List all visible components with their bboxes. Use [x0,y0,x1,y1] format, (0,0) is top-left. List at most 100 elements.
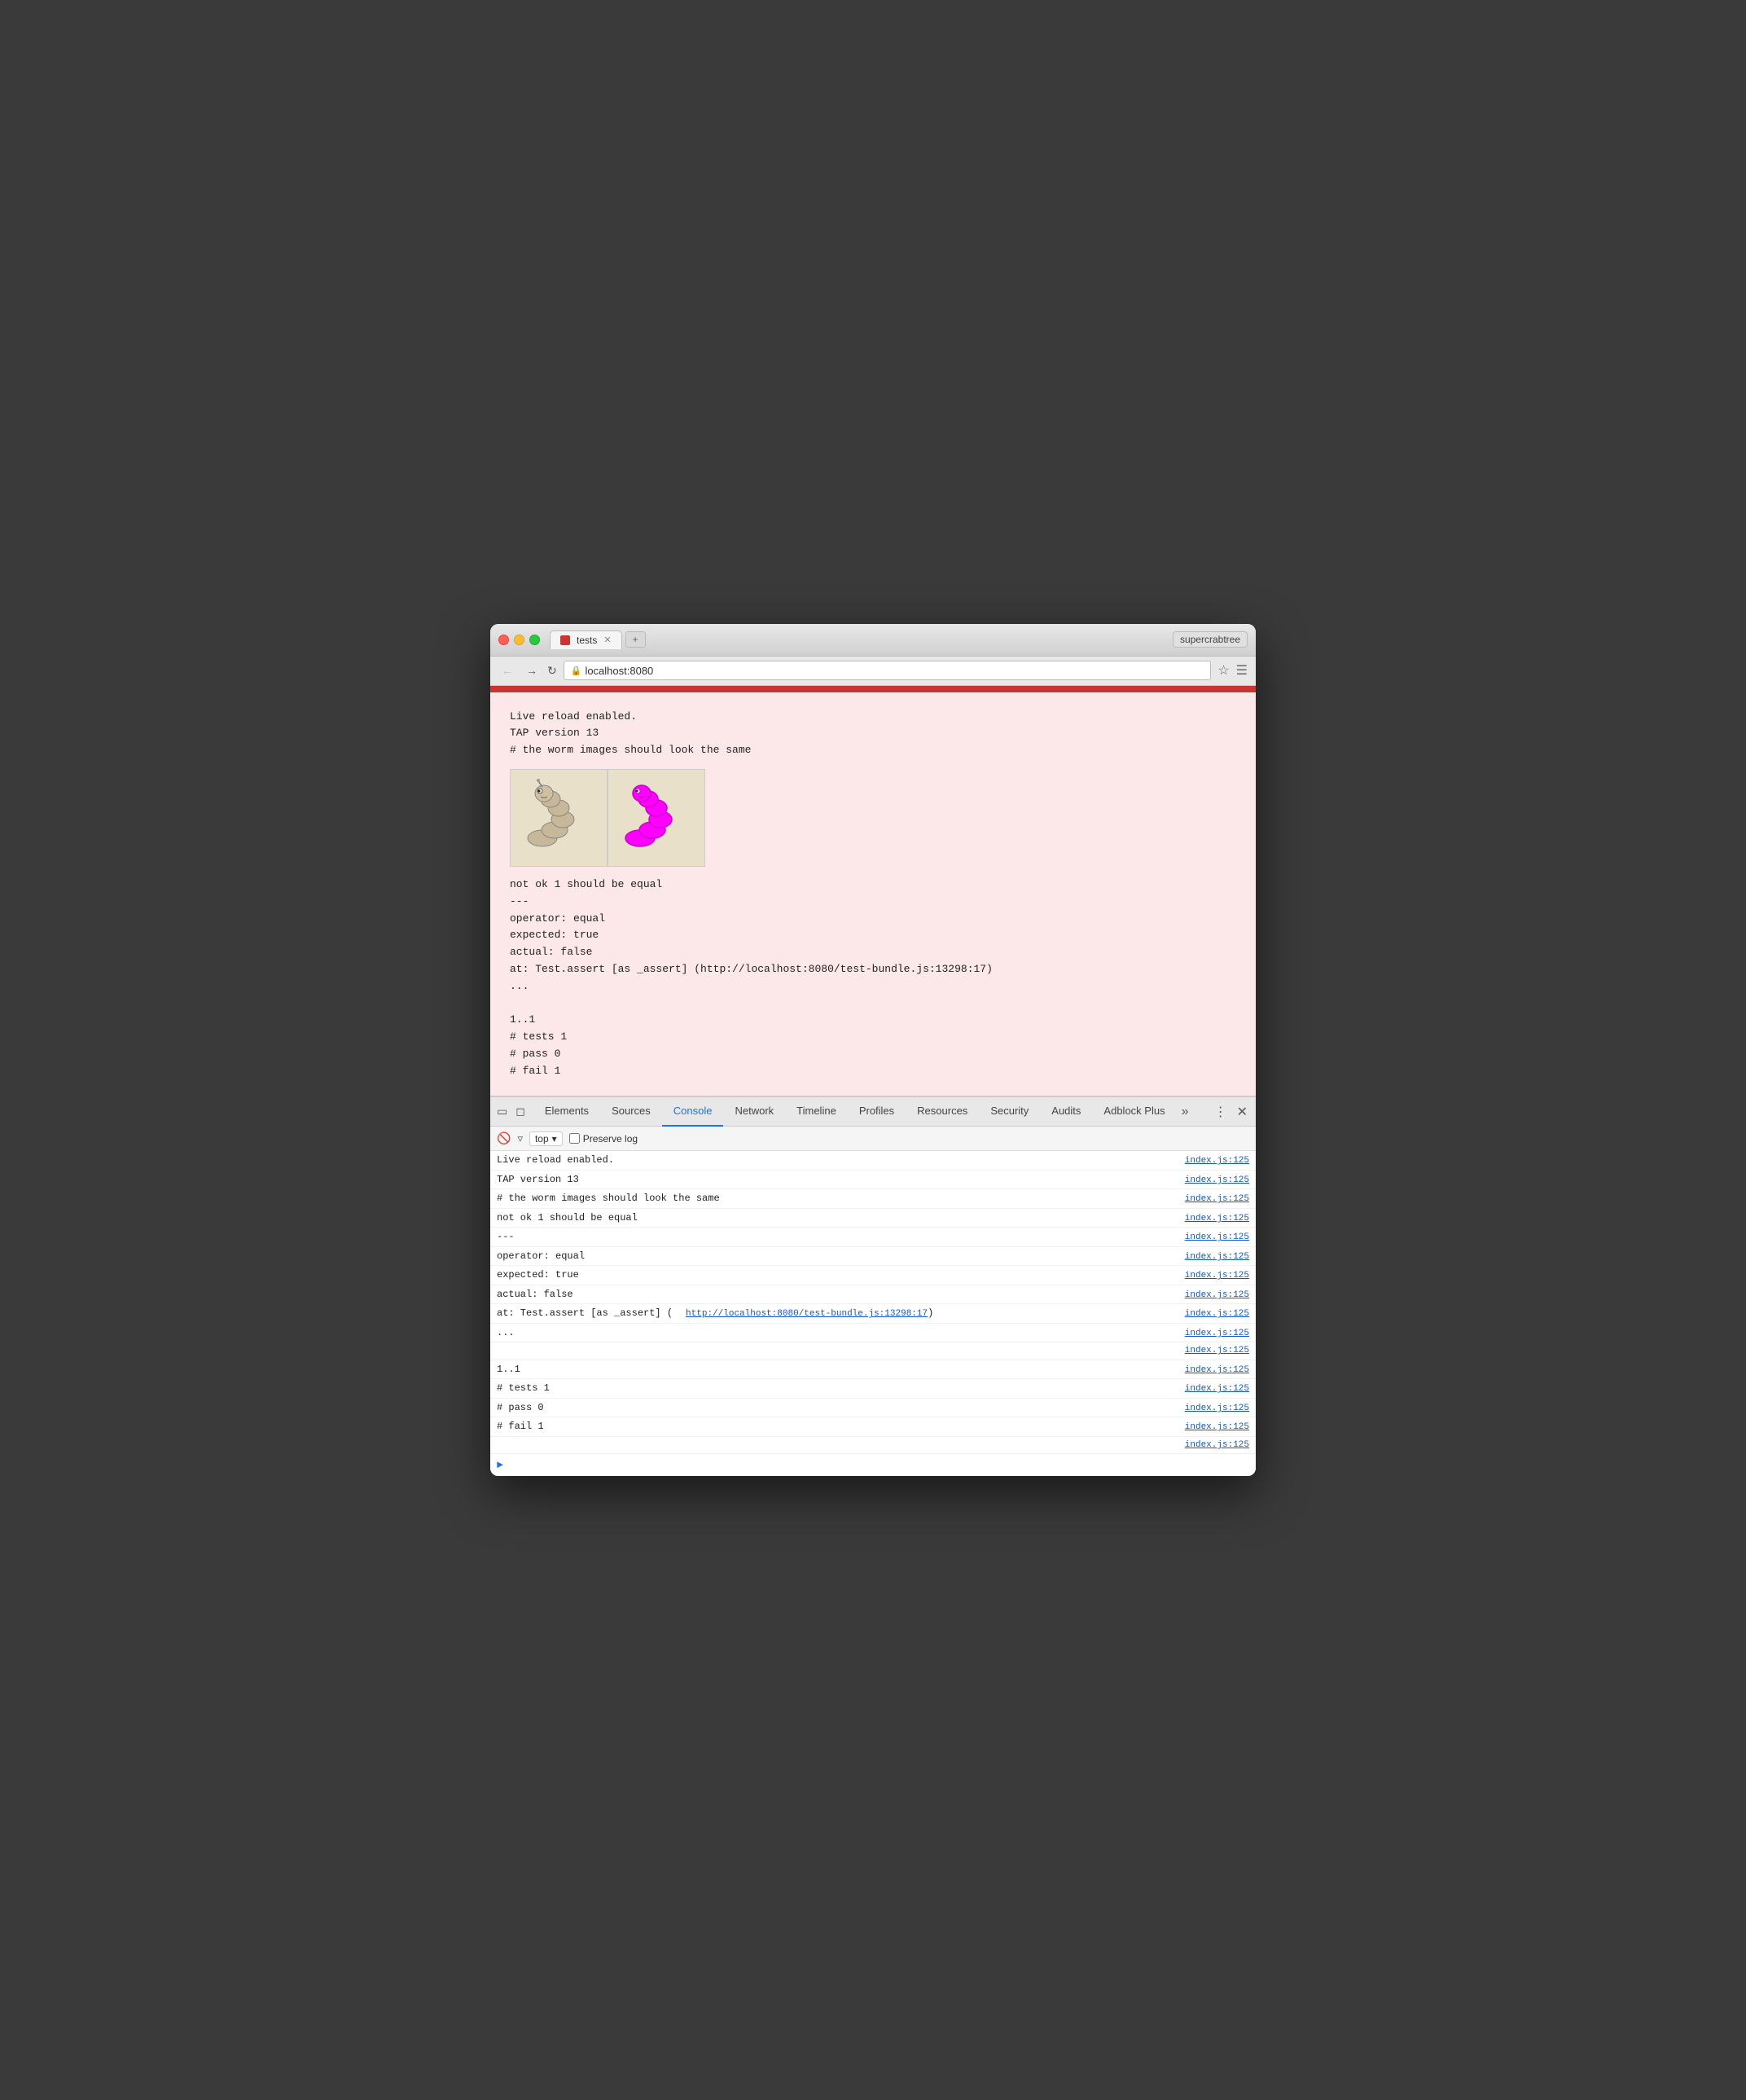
console-line: # the worm images should look the same i… [490,1189,1256,1209]
browser-tab[interactable]: tests ✕ [550,630,622,649]
menu-button[interactable]: ☰ [1236,662,1248,679]
console-source-link[interactable]: index.js:125 [1185,1154,1249,1168]
console-source-link[interactable]: index.js:125 [1185,1250,1249,1264]
console-filter-button[interactable]: ▿ [517,1132,523,1145]
console-line: actual: false index.js:125 [490,1285,1256,1305]
tab-audits[interactable]: Audits [1040,1097,1092,1127]
device-mode-icon[interactable]: ◻ [514,1103,527,1120]
output-operator: operator: equal [510,911,1236,928]
output-at: at: Test.assert [as _assert] (http://loc… [510,961,1236,978]
console-source-link[interactable]: index.js:125 [1185,1364,1249,1377]
console-line: ... index.js:125 [490,1324,1256,1343]
console-line: not ok 1 should be equal index.js:125 [490,1209,1256,1228]
console-source-link[interactable]: index.js:125 [1185,1402,1249,1416]
console-caret-icon: ► [497,1459,503,1471]
console-source-link[interactable]: index.js:125 [1185,1439,1249,1452]
bookmark-button[interactable]: ☆ [1217,662,1229,679]
tab-console[interactable]: Console [662,1097,724,1127]
output-plan: 1..1 [510,1012,1236,1029]
tab-profiles[interactable]: Profiles [848,1097,906,1127]
tab-close-button[interactable]: ✕ [603,635,611,645]
console-source-link[interactable]: index.js:125 [1185,1344,1249,1358]
tab-network[interactable]: Network [723,1097,785,1127]
console-text: # tests 1 [497,1381,1172,1395]
tab-sources[interactable]: Sources [600,1097,662,1127]
console-line: # fail 1 index.js:125 [490,1417,1256,1437]
devtools-panel: ▭ ◻ Elements Sources Console Network Tim… [490,1096,1256,1476]
minimize-button[interactable] [514,635,524,645]
bundle-link[interactable]: http://localhost:8080/test-bundle.js:132… [686,1309,928,1319]
url-bar[interactable]: 🔒 localhost:8080 [564,661,1212,680]
devtools-close-button[interactable]: ✕ [1234,1102,1251,1122]
console-source-link[interactable]: index.js:125 [1185,1174,1249,1188]
output-line-3: # the worm images should look the same [510,742,1236,759]
inspect-element-icon[interactable]: ▭ [495,1103,509,1120]
console-line: # tests 1 index.js:125 [490,1379,1256,1399]
maximize-button[interactable] [529,635,540,645]
console-clear-button[interactable]: 🚫 [497,1131,511,1145]
console-source-link[interactable]: index.js:125 [1185,1289,1249,1303]
tab-resources[interactable]: Resources [906,1097,979,1127]
console-line: TAP version 13 index.js:125 [490,1171,1256,1190]
console-source-link[interactable]: index.js:125 [1185,1212,1249,1226]
address-bar: ← → ↻ 🔒 localhost:8080 ☆ ☰ [490,657,1256,686]
console-text: Live reload enabled. [497,1153,1172,1167]
url-text: localhost:8080 [585,665,653,677]
new-tab-button[interactable]: + [625,631,646,648]
console-source-link[interactable]: index.js:125 [1185,1327,1249,1341]
console-context-label: top [535,1133,549,1144]
console-source-link[interactable]: index.js:125 [1185,1269,1249,1283]
output-fail: # fail 1 [510,1063,1236,1080]
console-context-selector[interactable]: top ▾ [529,1131,563,1146]
console-line: Live reload enabled. index.js:125 [490,1151,1256,1171]
tab-elements[interactable]: Elements [533,1097,600,1127]
reload-button[interactable]: ↻ [547,664,557,678]
traffic-lights [498,635,540,645]
console-text: --- [497,1229,1172,1244]
tab-timeline[interactable]: Timeline [785,1097,848,1127]
tab-bar: tests ✕ + [550,630,646,649]
worm-natural-svg [518,777,599,859]
console-source-link[interactable]: index.js:125 [1185,1307,1249,1321]
console-line: 1..1 index.js:125 [490,1360,1256,1380]
output-line-1: Live reload enabled. [510,709,1236,726]
console-text: at: Test.assert [as _assert] (http://loc… [497,1306,1172,1321]
tab-adblock-plus[interactable]: Adblock Plus [1092,1097,1176,1127]
url-lock-icon: 🔒 [571,666,582,676]
console-source-link[interactable]: index.js:125 [1185,1421,1249,1434]
preserve-log-area: Preserve log [569,1133,638,1144]
console-input-area[interactable] [507,1460,512,1471]
output-pass: # pass 0 [510,1046,1236,1063]
output-separator: --- [510,894,1236,911]
console-text: ... [497,1325,1172,1340]
tab-title: tests [577,635,597,646]
console-line: # pass 0 index.js:125 [490,1399,1256,1418]
close-button[interactable] [498,635,509,645]
worm-image-magenta [608,769,705,867]
console-source-link[interactable]: index.js:125 [1185,1231,1249,1245]
profile-button[interactable]: supercrabtree [1173,631,1248,648]
console-text: 1..1 [497,1362,1172,1377]
worm-magenta-svg [616,777,697,859]
devtools-settings-button[interactable]: ⋮ [1211,1102,1231,1122]
devtools-more-button[interactable]: » [1177,1105,1194,1119]
console-line: expected: true index.js:125 [490,1266,1256,1285]
preserve-log-checkbox[interactable] [569,1133,580,1144]
console-line: --- index.js:125 [490,1228,1256,1247]
console-text: # pass 0 [497,1400,1172,1415]
output-fail-line: not ok 1 should be equal [510,876,1236,894]
console-text: TAP version 13 [497,1172,1172,1187]
console-context-arrow: ▾ [552,1133,557,1144]
filter-icon: ▿ [517,1132,523,1145]
console-source-link[interactable]: index.js:125 [1185,1193,1249,1206]
browser-window: tests ✕ + supercrabtree ← → ↻ 🔒 localhos… [490,624,1256,1477]
back-button[interactable]: ← [498,662,516,679]
page-content: Live reload enabled. TAP version 13 # th… [490,692,1256,1096]
tab-security[interactable]: Security [979,1097,1040,1127]
output-ellipsis: ... [510,978,1236,995]
console-prompt[interactable]: ► [490,1454,1256,1476]
red-bar [490,686,1256,692]
forward-button[interactable]: → [523,662,541,679]
console-line: at: Test.assert [as _assert] (http://loc… [490,1304,1256,1324]
console-source-link[interactable]: index.js:125 [1185,1382,1249,1396]
